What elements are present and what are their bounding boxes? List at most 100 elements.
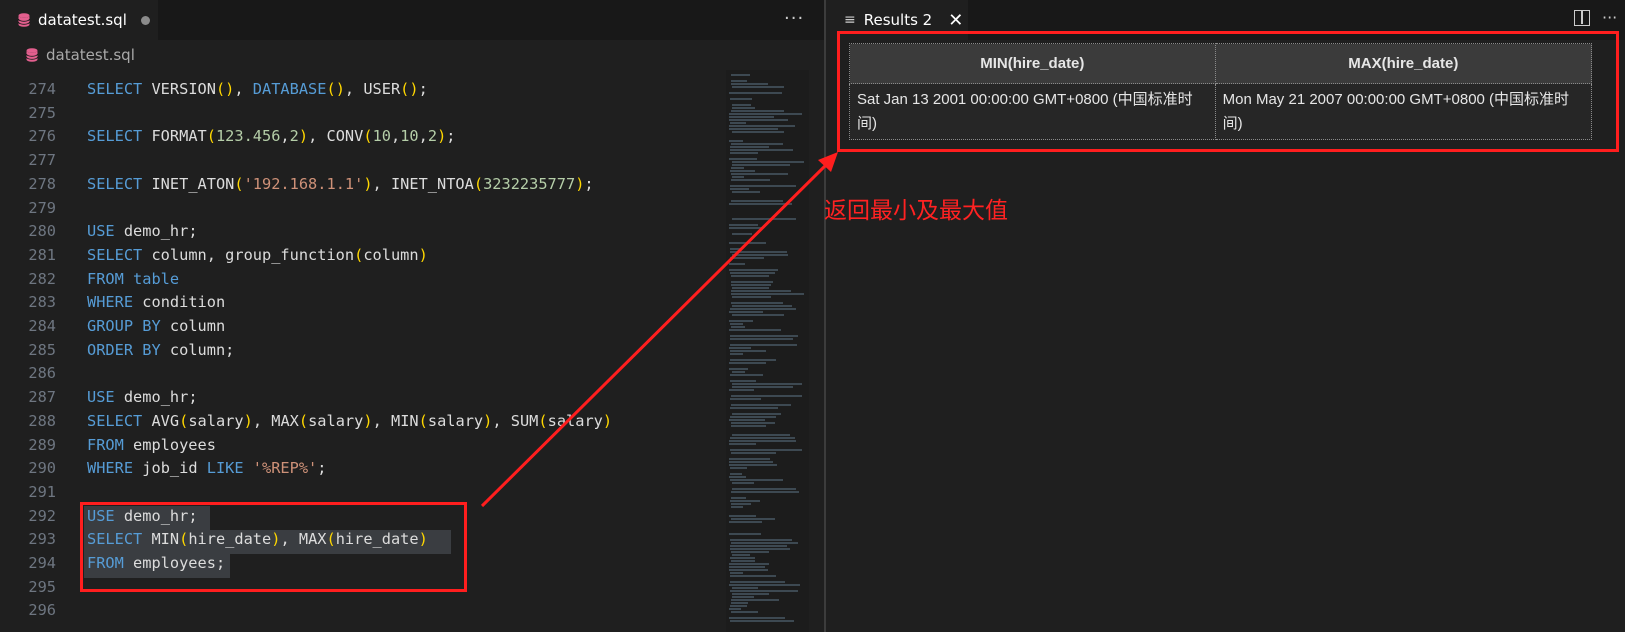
code-token: ( (206, 127, 216, 146)
minimap-line (731, 281, 773, 283)
close-icon[interactable]: ✕ (948, 10, 963, 31)
code-token: , (280, 127, 290, 146)
minimap-line (730, 251, 787, 253)
breadcrumb[interactable]: datatest.sql (0, 40, 826, 70)
minimap-line (732, 371, 745, 373)
minimap-line (730, 335, 798, 337)
more-actions-button[interactable]: ··· (784, 8, 804, 29)
minimap-line (729, 140, 743, 142)
code-token: VERSION (142, 80, 216, 98)
line-number: 286 (28, 364, 56, 383)
code-token: () (326, 80, 345, 98)
annotation-text: 返回最小及最大值 (824, 198, 1008, 224)
minimap-line (729, 617, 785, 619)
vertical-scrollbar[interactable] (810, 70, 824, 632)
minimap-line (730, 605, 747, 607)
line-number: 285 (28, 340, 56, 359)
minimap-line (731, 497, 746, 499)
code-token: SELECT (87, 245, 143, 264)
minimap[interactable] (726, 70, 809, 632)
database-icon (18, 13, 30, 27)
code-token: employees (123, 435, 216, 454)
minimap-line (730, 149, 793, 151)
minimap-line (729, 521, 762, 523)
code-token: , (234, 80, 253, 98)
minimap-line (732, 587, 758, 589)
code-token: salary (547, 411, 603, 430)
code-token: ) (298, 127, 309, 146)
code-token: ORDER BY (87, 340, 161, 359)
breadcrumb-file: datatest.sql (46, 46, 135, 64)
split-editor-icon[interactable] (1574, 10, 1590, 26)
line-number: 282 (28, 269, 56, 288)
code-token: INET_ATON (142, 174, 235, 193)
line-number: 283 (28, 293, 56, 312)
code-token: () (215, 80, 235, 98)
tab-datatest-sql[interactable]: datatest.sql (0, 0, 158, 40)
code-text: SELECT FORMAT(123.456,2), CONV(10,10,2); (87, 125, 456, 149)
code-token: column, group_function (142, 245, 355, 264)
code-token: ; (446, 127, 456, 146)
minimap-line (729, 116, 774, 118)
code-token: ( (179, 411, 189, 430)
code-token: ; (317, 459, 327, 478)
code-token: , (390, 127, 401, 146)
unsaved-dot-icon[interactable] (140, 15, 150, 25)
code-token: FROM (87, 435, 124, 454)
code-token: salary (188, 411, 244, 430)
line-number: 281 (28, 245, 56, 264)
minimap-line (729, 329, 781, 331)
minimap-line (730, 122, 746, 124)
code-token: FORMAT (142, 127, 207, 146)
code-token: table (123, 269, 180, 288)
minimap-line (732, 554, 750, 556)
code-token: FROM (87, 269, 124, 288)
code-token: , MIN (372, 411, 419, 430)
code-token: ) (363, 411, 373, 430)
line-number: 289 (28, 435, 56, 454)
code-text: WHERE condition (87, 291, 225, 315)
minimap-line (731, 425, 766, 427)
minimap-line (729, 368, 748, 370)
line-number: 296 (28, 601, 56, 620)
line-number: 293 (28, 530, 56, 549)
minimap-line (729, 311, 763, 313)
minimap-line (731, 503, 751, 505)
code-token: ) (243, 411, 253, 430)
more-actions-icon[interactable]: ··· (1602, 8, 1617, 27)
minimap-line (732, 104, 751, 106)
minimap-line (730, 359, 776, 361)
minimap-line (732, 488, 796, 490)
minimap-line (732, 386, 793, 388)
minimap-line (732, 383, 802, 385)
minimap-line (730, 185, 796, 187)
editor-tab-bar: datatest.sql ··· (0, 0, 826, 40)
code-token: ; (418, 80, 428, 98)
minimap-line (729, 515, 756, 517)
minimap-line (729, 113, 802, 115)
minimap-line (732, 86, 784, 88)
minimap-line (731, 179, 770, 181)
minimap-line (730, 323, 743, 325)
minimap-line (732, 176, 744, 178)
code-token: demo_hr; (114, 388, 198, 407)
code-token: ( (473, 174, 484, 193)
code-text: WHERE job_id LIKE '%REP%'; (87, 457, 327, 481)
code-token: USE (87, 222, 115, 241)
minimap-line (730, 272, 775, 274)
minimap-line (732, 254, 788, 256)
minimap-line (729, 227, 763, 229)
minimap-line (731, 560, 755, 562)
code-token: column (363, 245, 419, 264)
minimap-line (729, 92, 782, 94)
minimap-line (730, 557, 755, 559)
minimap-line (729, 608, 741, 610)
minimap-line (731, 110, 784, 112)
minimap-line (730, 398, 761, 400)
code-token: SELECT (87, 127, 143, 146)
minimap-line (729, 125, 795, 127)
line-number: 279 (28, 198, 56, 217)
line-number: 277 (28, 151, 56, 170)
code-token: , MAX (252, 411, 299, 430)
code-token: , SUM (492, 411, 539, 430)
